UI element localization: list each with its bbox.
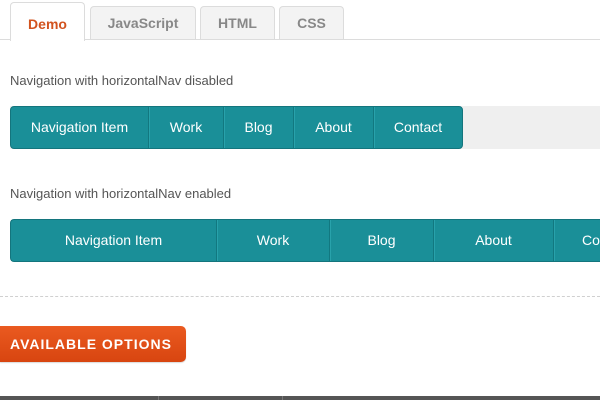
nav-item-about[interactable]: About xyxy=(294,107,374,148)
tab-javascript[interactable]: JavaScript xyxy=(90,6,196,39)
nav-item-navigation-item[interactable]: Navigation Item xyxy=(11,107,149,148)
section-label-disabled: Navigation with horizontalNav disabled xyxy=(10,73,234,88)
tab-demo[interactable]: Demo xyxy=(10,2,85,41)
nav-item-navigation-item[interactable]: Navigation Item xyxy=(11,220,217,261)
section-label-enabled: Navigation with horizontalNav enabled xyxy=(10,186,232,201)
options-table-header xyxy=(0,396,600,400)
nav-item-blog[interactable]: Blog xyxy=(224,107,294,148)
nav-bar-enabled: Navigation Item Work Blog About Contact xyxy=(10,219,600,262)
nav-item-work[interactable]: Work xyxy=(149,107,224,148)
nav-item-about[interactable]: About xyxy=(434,220,554,261)
nav-bar-disabled: Navigation Item Work Blog About Contact xyxy=(10,106,463,149)
table-column-separator xyxy=(158,396,159,400)
nav-item-work[interactable]: Work xyxy=(217,220,330,261)
tab-html[interactable]: HTML xyxy=(200,6,275,39)
tab-css[interactable]: CSS xyxy=(279,6,344,39)
nav-item-blog[interactable]: Blog xyxy=(330,220,434,261)
code-tabs: Demo JavaScript HTML CSS xyxy=(0,0,600,41)
dashed-divider xyxy=(0,296,600,297)
nav-item-contact[interactable]: Contact xyxy=(554,220,600,261)
available-options-button[interactable]: AVAILABLE OPTIONS xyxy=(0,326,186,362)
table-column-separator xyxy=(282,396,283,400)
nav-item-contact[interactable]: Contact xyxy=(374,107,462,148)
